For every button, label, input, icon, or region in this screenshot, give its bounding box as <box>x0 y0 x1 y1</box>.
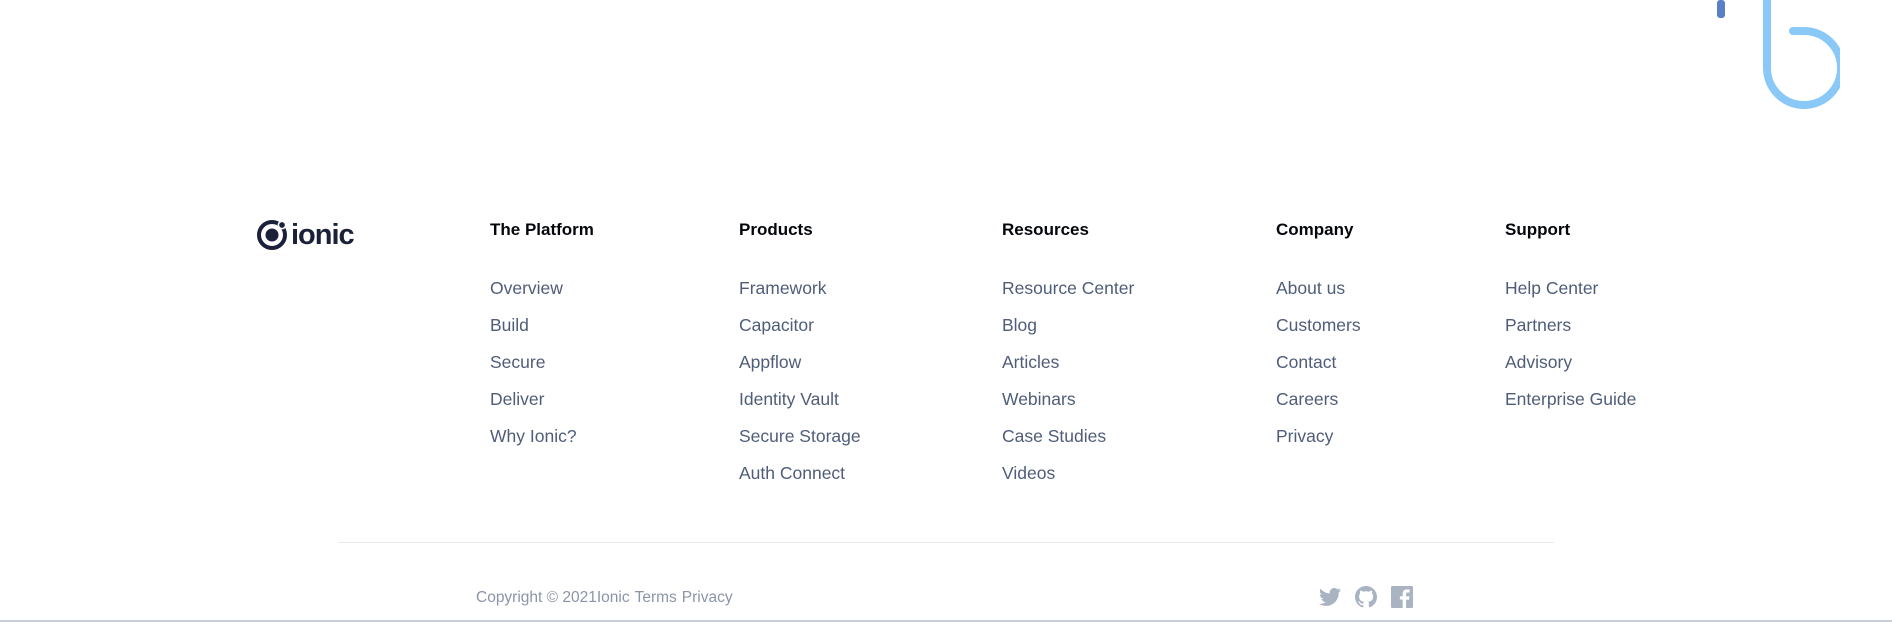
column-heading: Company <box>1276 220 1354 239</box>
github-icon[interactable] <box>1354 585 1378 609</box>
column-heading: Resources <box>1002 220 1089 239</box>
terms-link[interactable]: Terms <box>635 589 677 607</box>
link-build[interactable]: Build <box>490 315 529 335</box>
ionic-logo-icon <box>257 220 287 250</box>
footer-divider <box>338 542 1554 543</box>
link-secure-storage[interactable]: Secure Storage <box>739 426 861 446</box>
link-about-us[interactable]: About us <box>1276 278 1345 298</box>
link-framework[interactable]: Framework <box>739 278 827 298</box>
link-privacy[interactable]: Privacy <box>1276 426 1333 446</box>
link-appflow[interactable]: Appflow <box>739 352 801 372</box>
column-heading: Support <box>1505 220 1571 239</box>
column-heading: The Platform <box>490 220 594 239</box>
twitter-icon[interactable] <box>1318 585 1342 609</box>
link-capacitor[interactable]: Capacitor <box>739 315 814 335</box>
link-secure[interactable]: Secure <box>490 352 545 372</box>
link-case-studies[interactable]: Case Studies <box>1002 426 1106 446</box>
footer-column-platform: The Platform Overview Build Secure Deliv… <box>490 219 594 462</box>
decorative-hook-graphic <box>1717 0 1840 109</box>
facebook-icon[interactable] <box>1390 585 1414 609</box>
link-why-ionic[interactable]: Why Ionic? <box>490 426 577 446</box>
footer-column-support: Support Help Center Partners Advisory En… <box>1505 219 1636 425</box>
footer-column-company: Company About us Customers Contact Caree… <box>1276 219 1361 462</box>
link-deliver[interactable]: Deliver <box>490 389 544 409</box>
legal-bar: Copyright © 2021Ionic Terms Privacy <box>476 589 733 607</box>
link-auth-connect[interactable]: Auth Connect <box>739 463 845 483</box>
social-links <box>1318 585 1414 609</box>
logo-wordmark: ionic <box>291 218 355 251</box>
footer-column-products: Products Framework Capacitor Appflow Ide… <box>739 219 861 499</box>
link-blog[interactable]: Blog <box>1002 315 1037 335</box>
link-advisory[interactable]: Advisory <box>1505 352 1572 372</box>
link-identity-vault[interactable]: Identity Vault <box>739 389 839 409</box>
copyright-text: Copyright © 2021Ionic <box>476 589 630 606</box>
link-enterprise-guide[interactable]: Enterprise Guide <box>1505 389 1636 409</box>
link-articles[interactable]: Articles <box>1002 352 1059 372</box>
link-help-center[interactable]: Help Center <box>1505 278 1598 298</box>
column-heading: Products <box>739 220 813 239</box>
link-customers[interactable]: Customers <box>1276 315 1361 335</box>
link-contact[interactable]: Contact <box>1276 352 1336 372</box>
link-videos[interactable]: Videos <box>1002 463 1055 483</box>
link-webinars[interactable]: Webinars <box>1002 389 1076 409</box>
link-careers[interactable]: Careers <box>1276 389 1338 409</box>
privacy-link[interactable]: Privacy <box>682 589 733 607</box>
link-resource-center[interactable]: Resource Center <box>1002 278 1134 298</box>
footer-column-resources: Resources Resource Center Blog Articles … <box>1002 219 1134 499</box>
link-partners[interactable]: Partners <box>1505 315 1571 335</box>
link-overview[interactable]: Overview <box>490 278 563 298</box>
ionic-logo[interactable]: ionic <box>256 218 355 251</box>
